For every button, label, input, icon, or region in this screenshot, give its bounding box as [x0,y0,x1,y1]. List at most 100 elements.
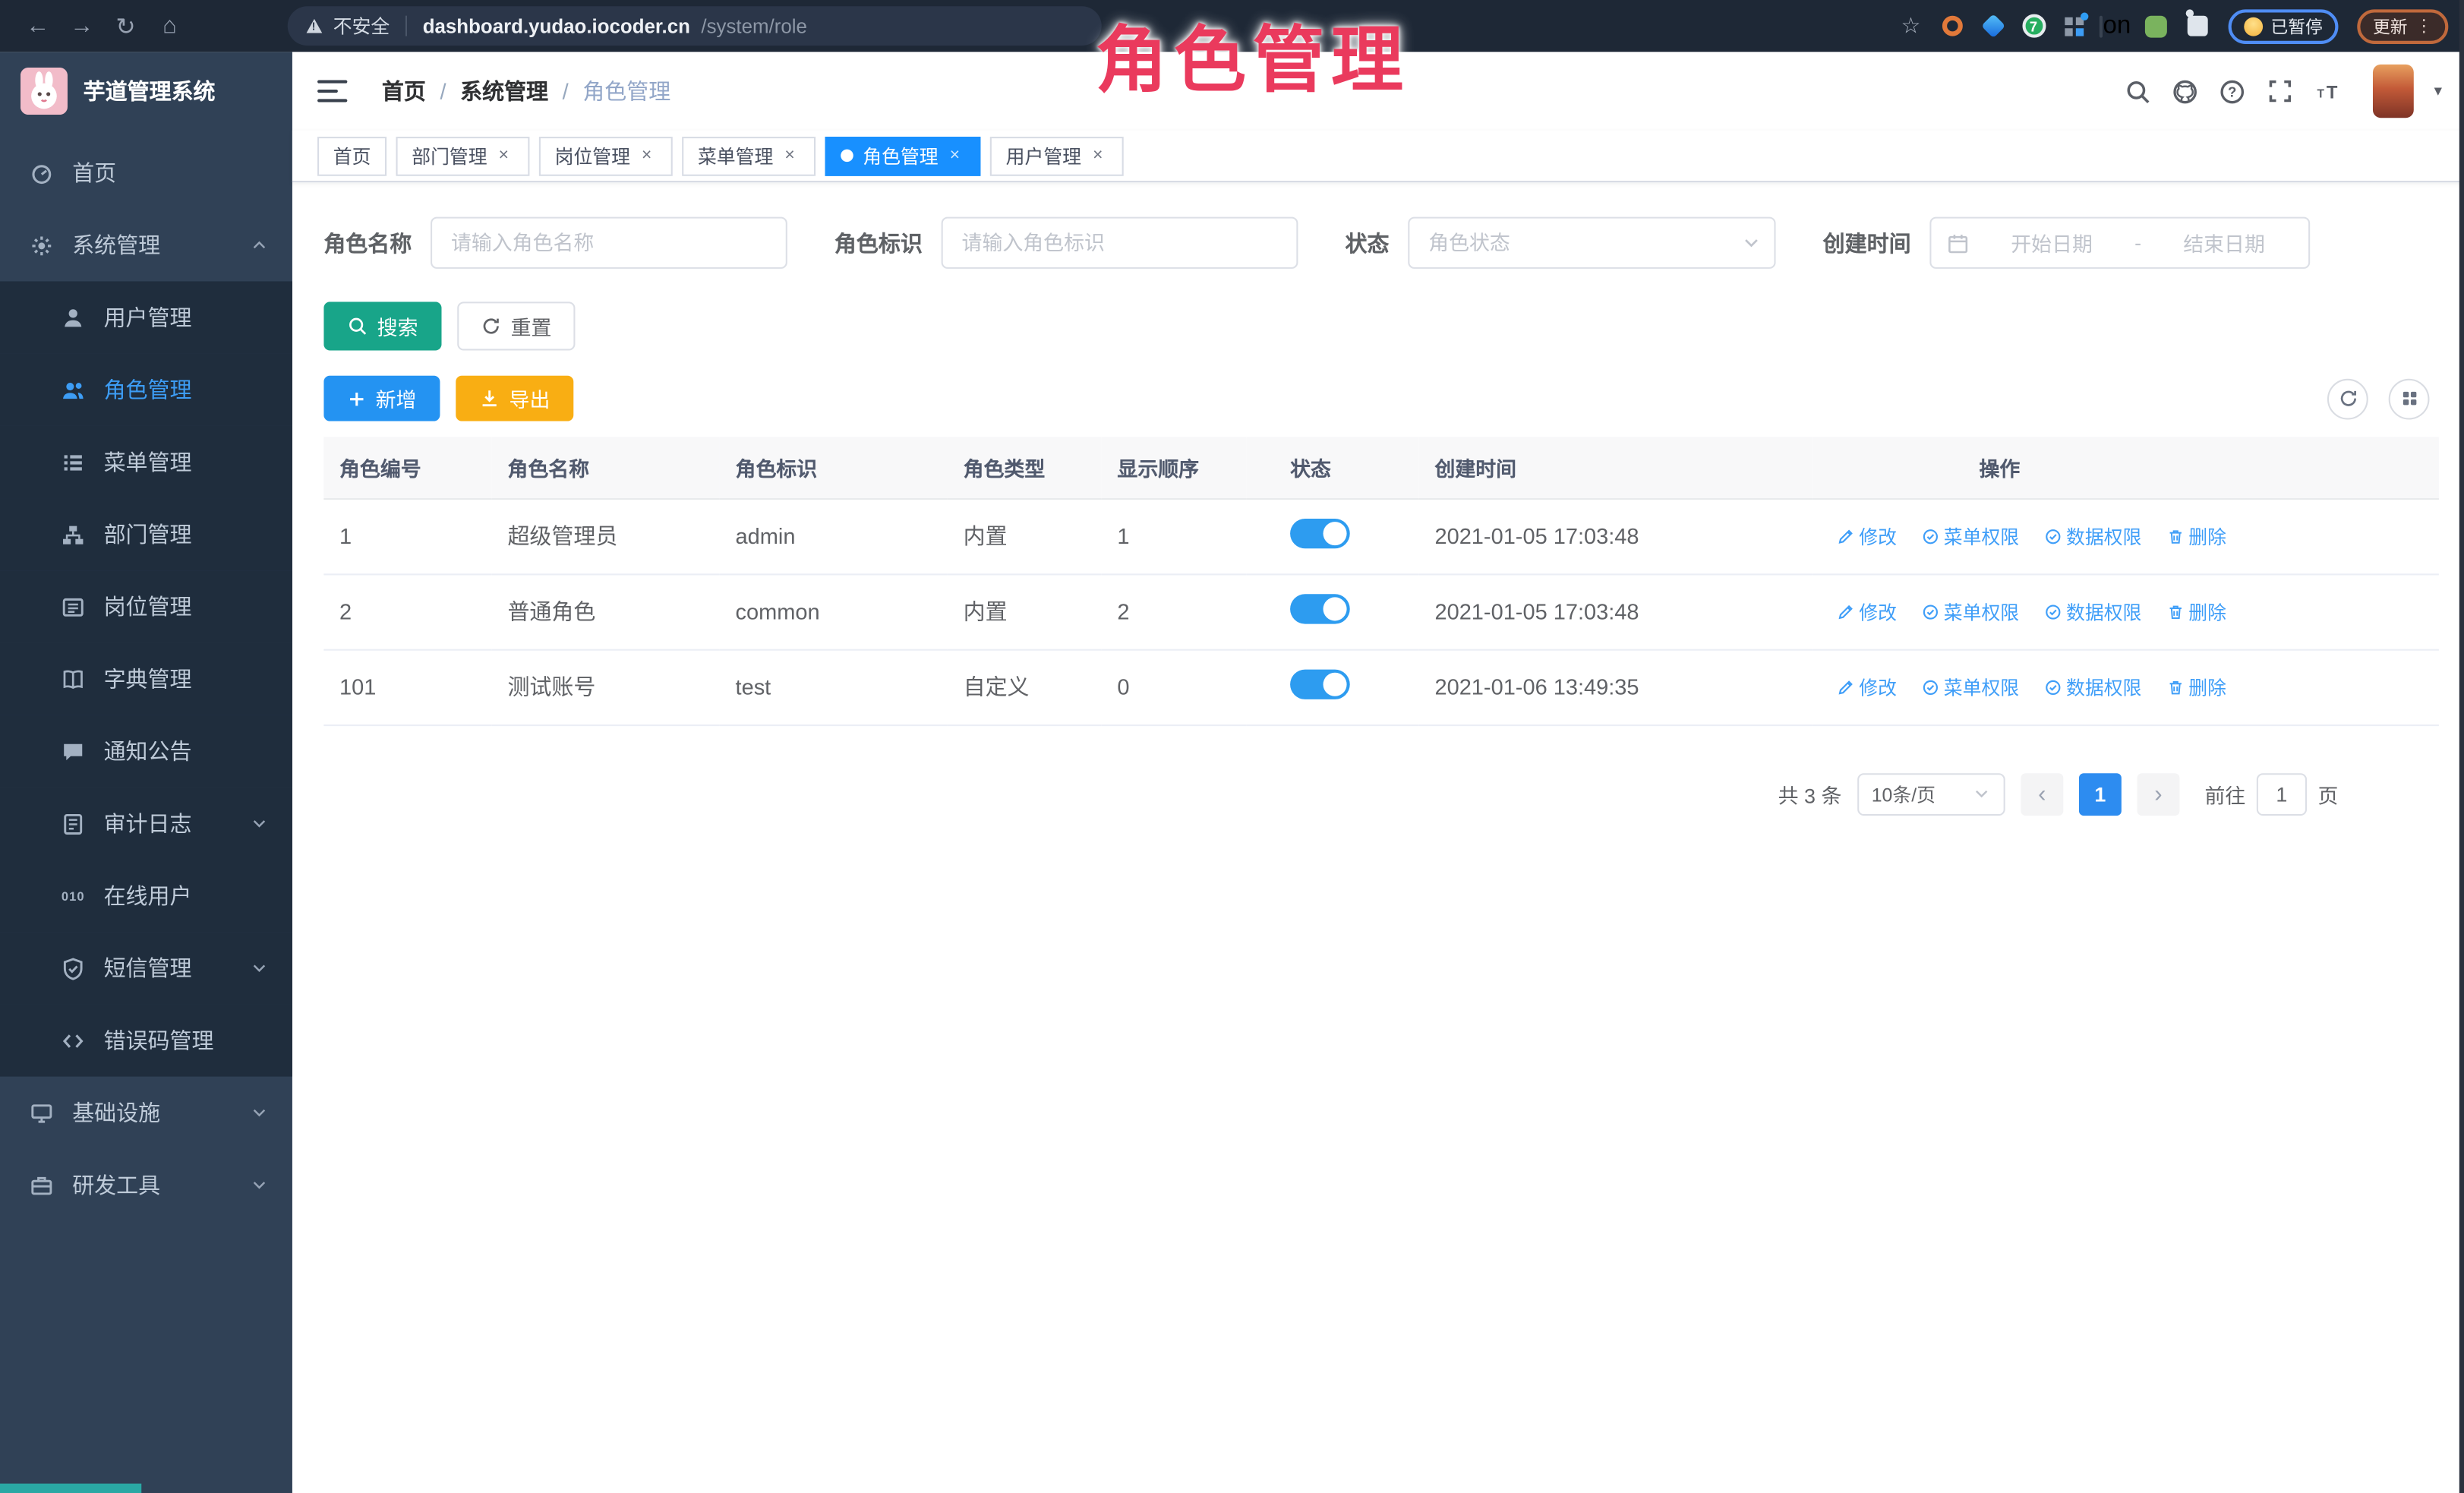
filter-buttons: 搜索 重置 [323,301,2439,350]
close-icon[interactable]: × [945,145,965,166]
data-permission-link[interactable]: 数据权限 [2044,674,2141,700]
cell-role-type: 自定义 [948,649,1102,724]
sidebar-item-notices[interactable]: 通知公告 [0,715,292,788]
sidebar-item-online-users[interactable]: 010 在线用户 [0,860,292,932]
pagination: 共 3 条 10条/页 ‹ 1 › 前往 页 [323,772,2439,815]
add-button[interactable]: 新增 [323,376,440,421]
edit-link[interactable]: 修改 [1837,522,1897,549]
data-permission-link[interactable]: 数据权限 [2044,522,2141,549]
sidebar-item-system[interactable]: 系统管理 [0,209,292,281]
check-circle-icon [1922,678,1939,696]
menu-permission-link[interactable]: 菜单权限 [1922,522,2019,549]
breadcrumb-separator: / [440,78,446,103]
search-button[interactable]: 搜索 [323,301,441,350]
browser-menu-kebab-icon[interactable]: ⋮ [2415,16,2433,36]
pencil-icon [1837,678,1854,696]
reset-button[interactable]: 重置 [457,301,575,350]
role-name-input[interactable] [431,217,787,269]
status-toggle-on[interactable] [1290,594,1350,623]
refresh-table-button[interactable] [2327,378,2368,419]
sidebar-collapse-icon[interactable] [317,80,347,103]
extension-icon-seven[interactable]: 7 [2018,10,2049,41]
status-select[interactable] [1408,217,1775,269]
sidebar-item-dev-tools[interactable]: 研发工具 [0,1149,292,1221]
sidebar-item-sms[interactable]: 短信管理 [0,932,292,1004]
sidebar-item-audit-log[interactable]: 审计日志 [0,788,292,860]
avatar-caret-down-icon[interactable]: ▾ [2434,83,2442,100]
breadcrumb-home[interactable]: 首页 [382,75,426,106]
extension-icon-orange[interactable] [1936,10,1967,41]
browser-home-icon[interactable]: ⌂ [148,7,192,45]
close-icon[interactable]: × [1087,145,1108,166]
next-page-button[interactable]: › [2137,772,2179,815]
tab-home[interactable]: 首页 [317,136,386,175]
address-bar[interactable]: ! 不安全 dashboard.yudao.iocoder.cn/system/… [288,6,1102,46]
browser-reload-icon[interactable]: ↻ [104,7,148,45]
menu-permission-link[interactable]: 菜单权限 [1922,674,2019,700]
app-logo-row[interactable]: 芋道管理系统 [0,52,292,130]
pencil-icon [1837,527,1854,544]
sidebar-item-departments[interactable]: 部门管理 [0,498,292,570]
bookmark-star-icon[interactable]: ☆ [1895,10,1926,41]
page-content: 角色名称 角色标识 状态 创建时 [292,182,2464,1493]
current-page-button[interactable]: 1 [2079,772,2122,815]
browser-back-icon[interactable]: ← [16,7,60,45]
user-avatar[interactable] [2373,65,2414,118]
tab-departments[interactable]: 部门管理 × [396,136,530,175]
delete-link[interactable]: 删除 [2166,598,2226,624]
extension-icon-grid[interactable] [2059,10,2090,41]
github-icon[interactable] [2169,74,2204,109]
extension-icon-tampermonkey[interactable]: on [2100,10,2131,41]
goto-page-input[interactable] [2257,772,2307,815]
date-range-picker[interactable]: 开始日期 - 结束日期 [1929,217,2310,269]
close-icon[interactable]: × [636,145,657,166]
tab-users[interactable]: 用户管理 × [990,136,1124,175]
search-icon[interactable] [2122,74,2156,109]
close-icon[interactable]: × [494,145,514,166]
font-size-icon[interactable] [2310,74,2345,109]
status-select-input[interactable] [1408,217,1775,269]
user-icon [60,306,87,330]
close-icon[interactable]: × [780,145,800,166]
sidebar-item-posts[interactable]: 岗位管理 [0,570,292,642]
status-toggle-on[interactable] [1290,670,1350,699]
col-role-key: 角色标识 [720,437,948,498]
export-button[interactable]: 导出 [456,376,573,421]
role-key-input[interactable] [942,217,1298,269]
sidebar-item-roles[interactable]: 角色管理 [0,354,292,426]
browser-forward-icon[interactable]: → [60,7,104,45]
delete-link[interactable]: 删除 [2166,522,2226,549]
chevron-down-icon [250,814,269,833]
sidebar-item-users[interactable]: 用户管理 [0,281,292,353]
prev-page-button[interactable]: ‹ [2021,772,2063,815]
tab-posts[interactable]: 岗位管理 × [539,136,673,175]
browser-update-button[interactable]: 更新 ⋮ [2357,8,2448,43]
cell-sort: 0 [1102,649,1246,724]
column-settings-button[interactable] [2389,378,2430,419]
page-size-select[interactable]: 10条/页 [1857,772,2005,815]
sidebar-item-infrastructure[interactable]: 基础设施 [0,1077,292,1149]
users-icon [60,378,87,402]
sidebar-item-menus[interactable]: 菜单管理 [0,426,292,498]
fullscreen-icon[interactable] [2263,74,2298,109]
data-permission-link[interactable]: 数据权限 [2044,598,2141,624]
sidebar-item-home[interactable]: 首页 [0,137,292,209]
help-icon[interactable] [2216,74,2251,109]
delete-link[interactable]: 删除 [2166,674,2226,700]
address-divider [405,16,407,36]
download-icon [479,388,500,409]
trash-icon [2166,603,2184,620]
breadcrumb-system[interactable]: 系统管理 [460,75,548,106]
sidebar-item-dictionary[interactable]: 字典管理 [0,642,292,715]
profile-paused-badge[interactable]: 已暂停 [2229,8,2339,43]
extensions-puzzle-icon[interactable] [2181,10,2212,41]
extension-icon-green[interactable] [2141,10,2172,41]
menu-permission-link[interactable]: 菜单权限 [1922,598,2019,624]
extension-icon-gem[interactable] [1977,10,2008,41]
tab-menus[interactable]: 菜单管理 × [682,136,816,175]
tab-roles-active[interactable]: 角色管理 × [825,136,981,175]
sidebar-item-error-codes[interactable]: 错误码管理 [0,1004,292,1076]
status-toggle-on[interactable] [1290,519,1350,548]
edit-link[interactable]: 修改 [1837,674,1897,700]
edit-link[interactable]: 修改 [1837,598,1897,624]
